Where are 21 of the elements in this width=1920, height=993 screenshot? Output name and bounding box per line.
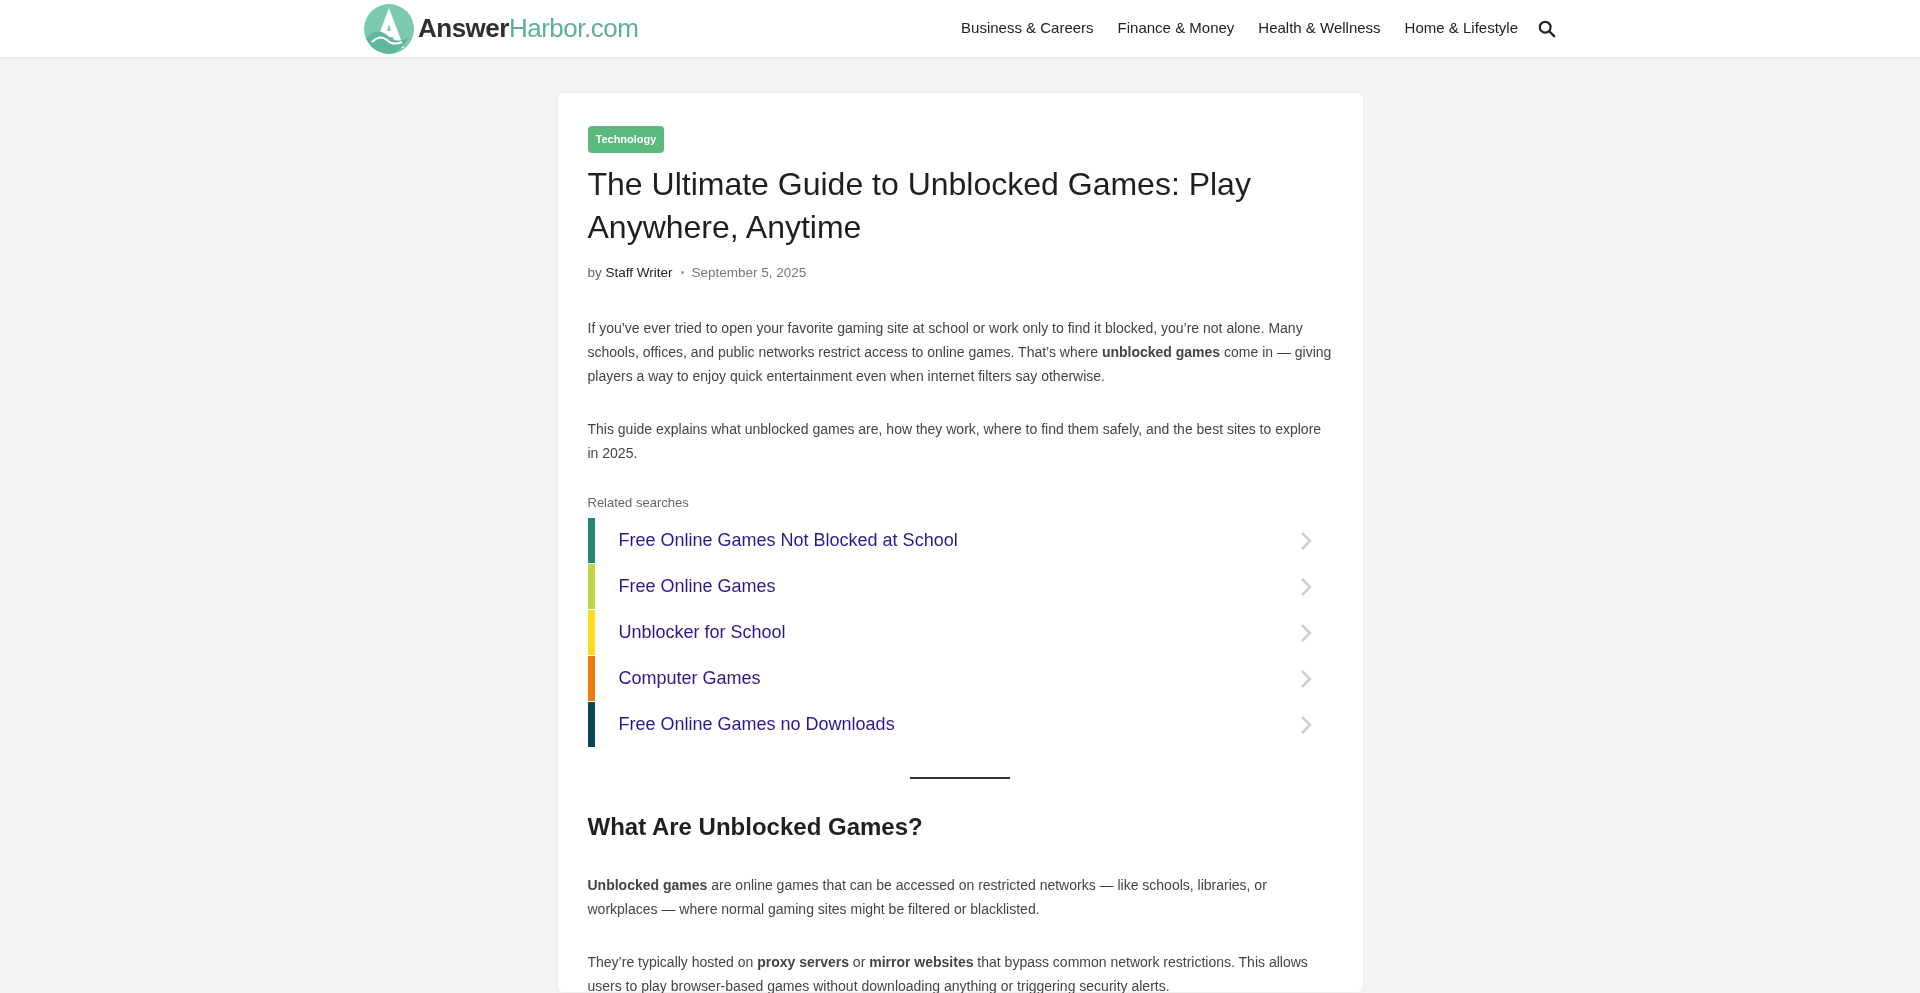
related-searches-label: Related searches bbox=[587, 493, 690, 512]
chevron-right-icon bbox=[1298, 530, 1313, 551]
chevron-right-icon bbox=[1298, 714, 1313, 735]
nav-link[interactable]: Finance & Money bbox=[1117, 17, 1235, 40]
chevron-right-icon bbox=[1298, 668, 1313, 689]
bullet-separator bbox=[680, 271, 684, 275]
paragraph: If you’ve ever tried to open your favorite gaming site at school or work only to find it blocked, you’re not alone. Many schools, offices, and public networks restrict access to online games. That’s where unblocked games come in — giving players a way to enjoy quick entertainment even when internet filters say otherwise. bbox=[587, 318, 1333, 386]
paragraph: This guide explains what unblocked games are, how they work, where to find them safely, and the best sites to explore in 2025. bbox=[587, 419, 1323, 463]
nav-link[interactable]: Business & Careers bbox=[961, 17, 1094, 40]
chevron-right-icon bbox=[1298, 576, 1313, 597]
paragraph: Unblocked games are online games that can be accessed on restricted networks — like schools, libraries, or workplaces — where normal gaming sites might be filtered or blacklisted. bbox=[587, 876, 1268, 920]
nav-link[interactable]: Health & Wellness bbox=[1258, 17, 1381, 40]
logo-text: AnswerHarbor.com bbox=[418, 12, 639, 45]
site-logo[interactable]: AnswerHarbor.com bbox=[362, 1, 639, 56]
section-heading: What Are Unblocked Games? bbox=[587, 812, 924, 843]
nav-link[interactable]: Home & Lifestyle bbox=[1404, 17, 1518, 40]
byline: by Staff Writer bbox=[587, 263, 673, 282]
publish-date: September 5, 2025 bbox=[691, 263, 807, 282]
article-title: The Ultimate Guide to Unblocked Games: Play Anywhere, Anytime bbox=[587, 164, 1252, 247]
chevron-right-icon bbox=[1298, 622, 1313, 643]
search-icon bbox=[1538, 19, 1556, 38]
